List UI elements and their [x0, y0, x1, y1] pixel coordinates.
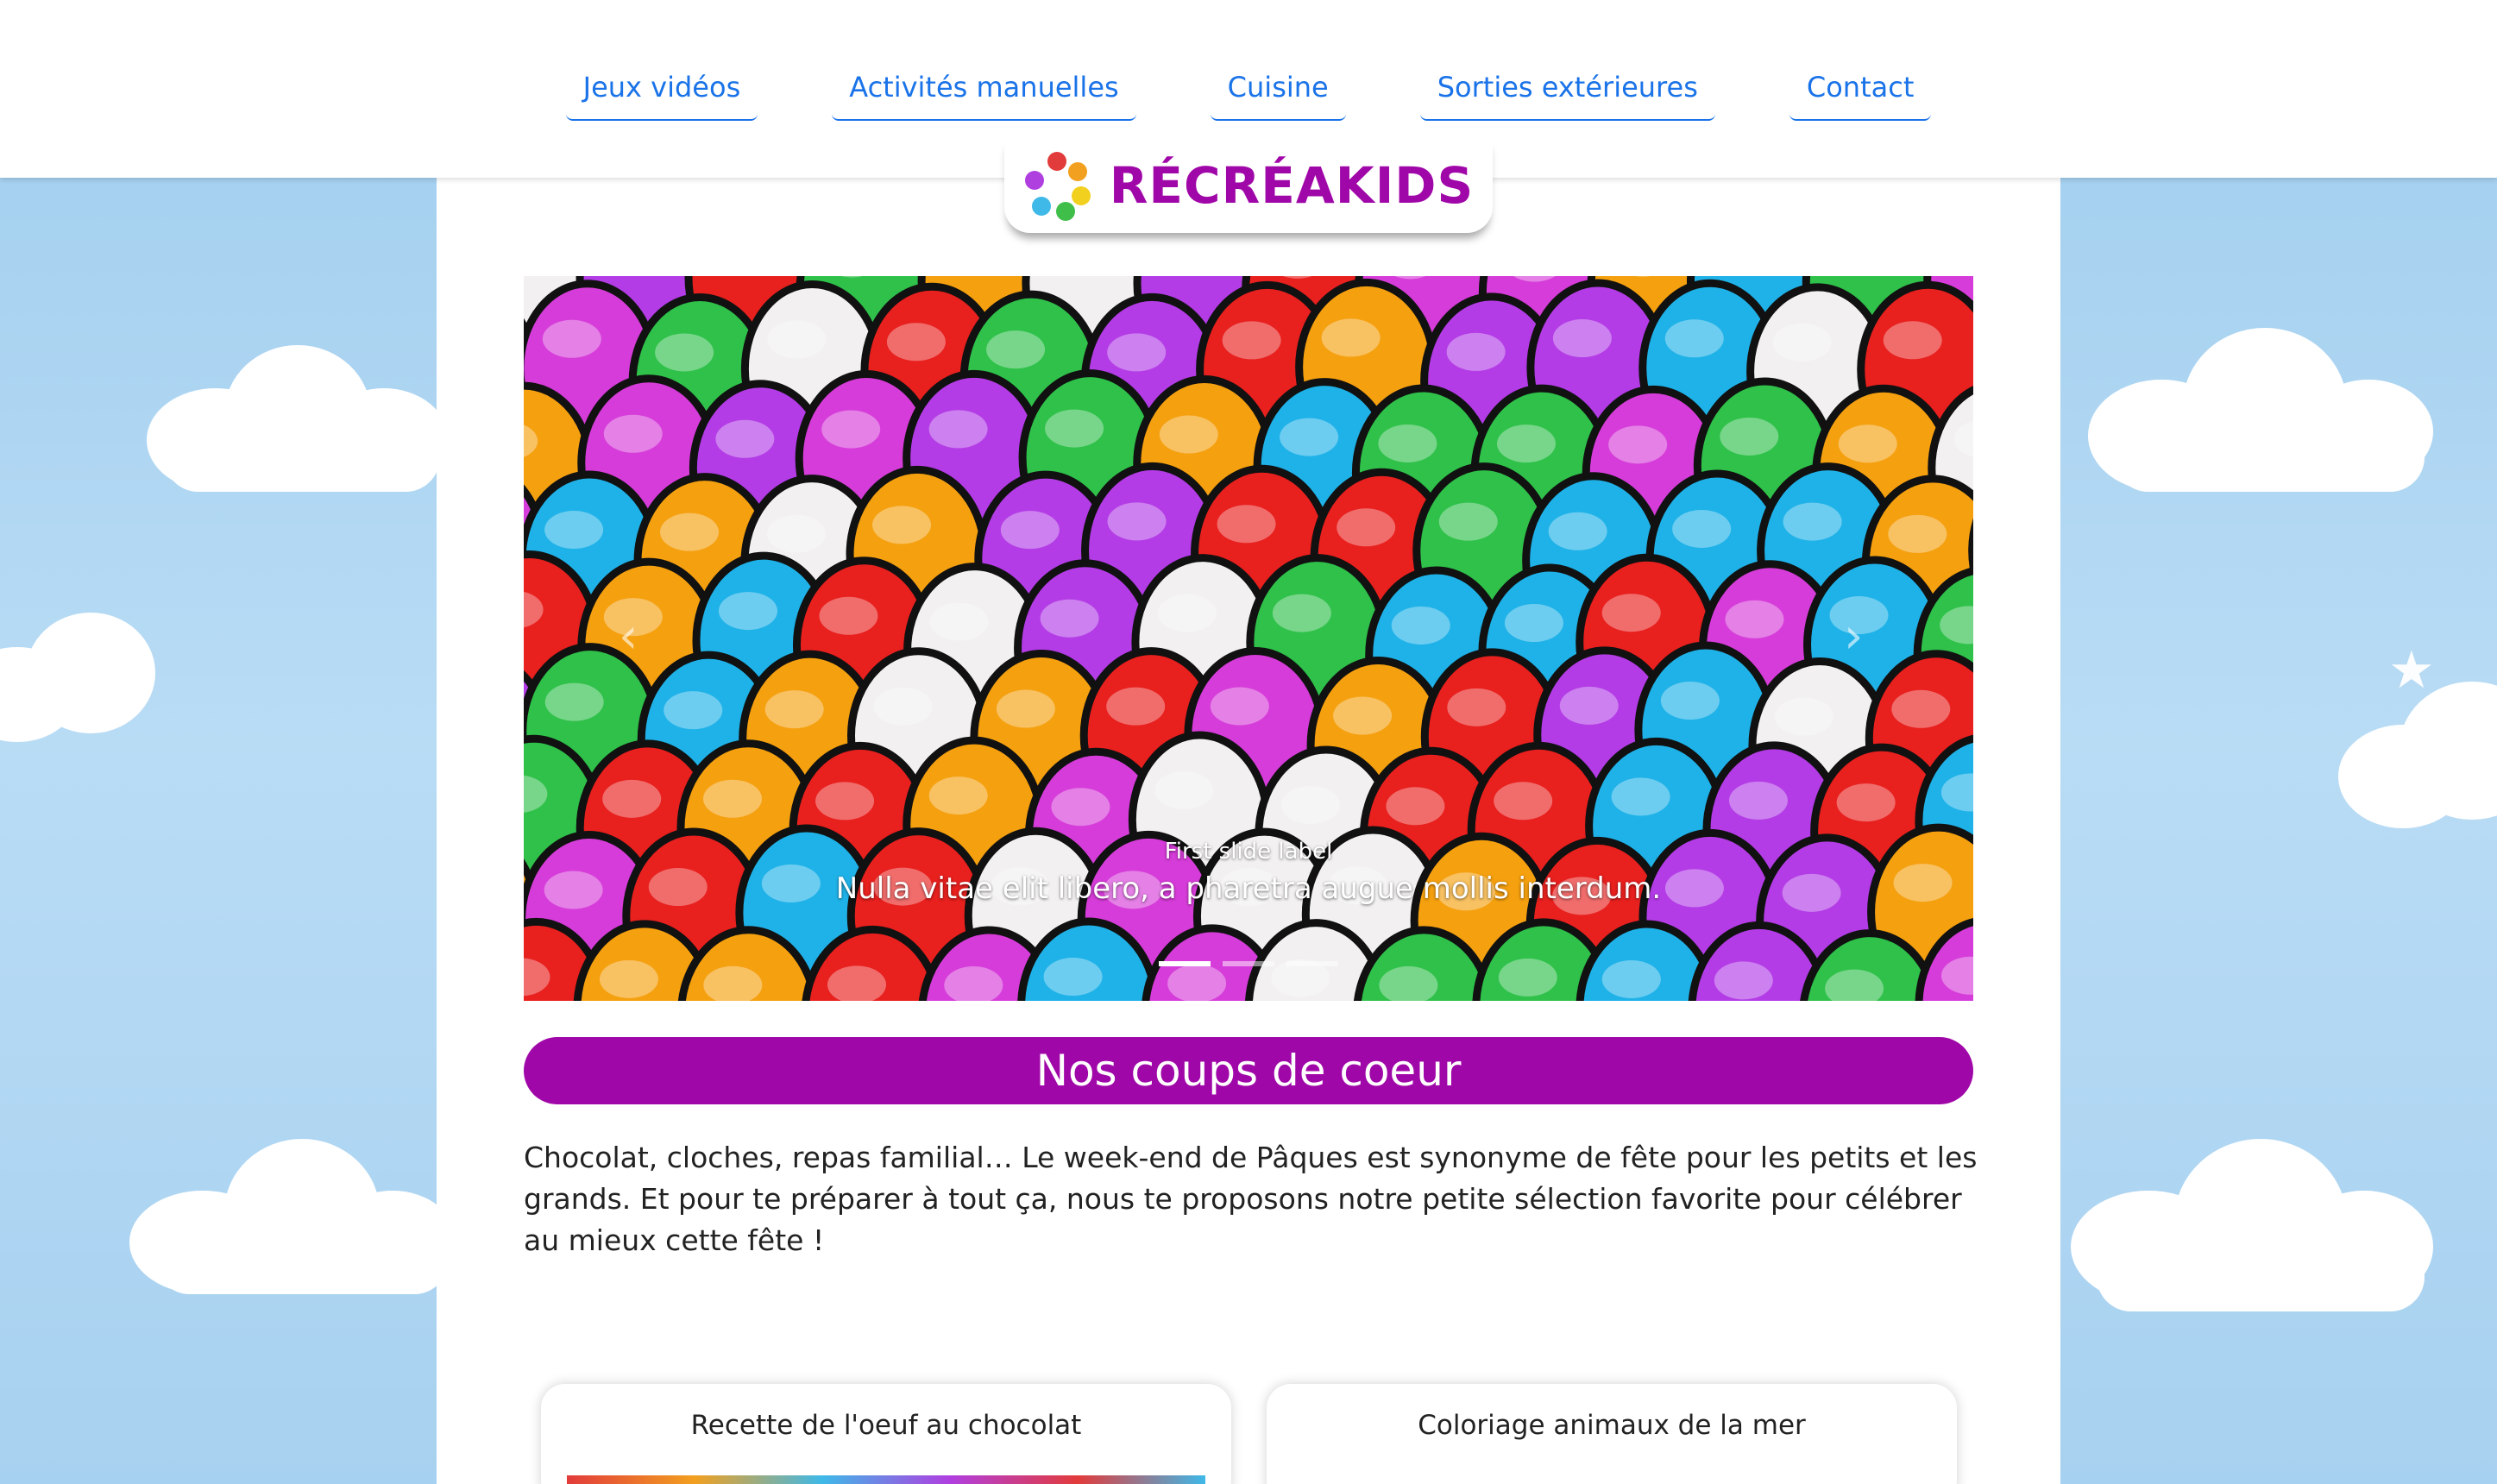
cloud-decoration — [0, 604, 173, 742]
chevron-left-icon[interactable]: ‹ — [619, 608, 638, 664]
star-decoration: ★ — [2388, 640, 2435, 701]
cloud-decoration — [129, 328, 457, 500]
slide-label: First slide label — [1164, 839, 1333, 865]
carousel-indicators — [524, 961, 1973, 966]
slide-text: Nulla vitae elit libero, a pharetra augu… — [835, 871, 1662, 906]
cloud-decoration — [121, 1122, 466, 1303]
nav-item-cuisine[interactable]: Cuisine — [1210, 62, 1346, 121]
nav-item-sorties-exterieures[interactable]: Sorties extérieures — [1419, 62, 1715, 121]
brand-name: RÉCRÉAKIDS — [1109, 156, 1475, 215]
carousel-indicator[interactable] — [1159, 961, 1211, 966]
nav-item-jeux-videos[interactable]: Jeux vidéos — [565, 62, 758, 121]
main-nav: Jeux vidéos Activités manuelles Cuisine … — [0, 62, 2497, 121]
nav-item-activites-manuelles[interactable]: Activités manuelles — [832, 62, 1136, 121]
cloud-decoration — [2079, 311, 2442, 500]
card-title: Coloriage animaux de la mer — [1418, 1410, 1806, 1441]
nav-item-contact[interactable]: Contact — [1789, 62, 1932, 121]
brand-logo[interactable]: RÉCRÉAKIDS — [1004, 138, 1493, 233]
card-image — [567, 1475, 1205, 1484]
chevron-right-icon[interactable]: › — [1844, 608, 1863, 664]
hero-carousel: ‹ › First slide label Nulla vitae elit l… — [524, 276, 1973, 1001]
carousel-indicator[interactable] — [1286, 961, 1338, 966]
colorful-hands-logo-icon — [1023, 152, 1091, 221]
section-title: Nos coups de coeur — [524, 1037, 1973, 1104]
carousel-indicator[interactable] — [1223, 961, 1274, 966]
featured-card[interactable]: Recette de l'oeuf au chocolat — [541, 1384, 1231, 1484]
cloud-decoration — [2062, 1122, 2442, 1320]
card-title: Recette de l'oeuf au chocolat — [690, 1410, 1082, 1441]
section-intro: Chocolat, cloches, repas familial… Le we… — [524, 1141, 1978, 1257]
featured-card[interactable]: Coloriage animaux de la mer — [1267, 1384, 1957, 1484]
